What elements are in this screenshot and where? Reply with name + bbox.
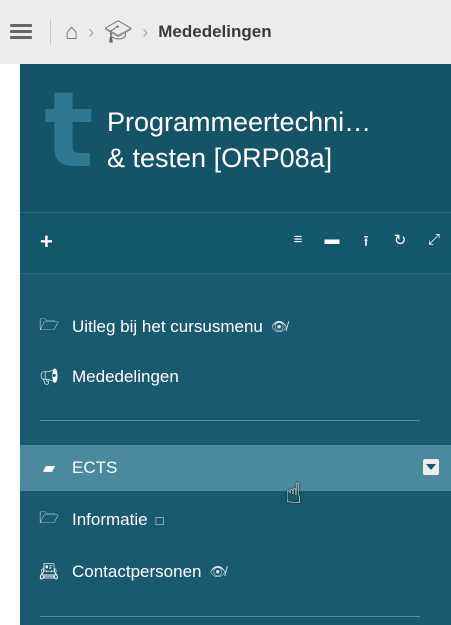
- hamburger-menu-icon[interactable]: [10, 22, 34, 42]
- item-options-dropdown-button[interactable]: [423, 459, 439, 475]
- refresh-icon[interactable]: ↻: [383, 231, 417, 256]
- toolbar-actions: ≡ ▬ ⭱ ↻ ⤢: [281, 231, 451, 256]
- course-title-line2: & testen [ORP08a]: [107, 143, 333, 173]
- graduation-cap-icon[interactable]: 🎓︎: [104, 19, 132, 45]
- menu-item-mededelingen[interactable]: 📢︎ Mededelingen: [20, 354, 451, 400]
- course-header: t Programmeertechni… & testen [ORP08a]: [20, 64, 451, 212]
- menu-item-uitleg[interactable]: 🗁︎ Uitleg bij het cursusmenu 👁︎̸: [20, 304, 451, 350]
- square-icon: □: [155, 512, 164, 528]
- course-title-line1: Programmeertechni…: [107, 107, 372, 137]
- menu-item-contactpersonen[interactable]: 📇︎ Contactpersonen 👁︎̸: [20, 549, 451, 595]
- menu-item-ects[interactable]: ↕ ▰ ECTS: [20, 445, 451, 491]
- hand-pointer-cursor-icon: ☝︎: [285, 478, 303, 509]
- menu-item-label: Contactpersonen: [72, 562, 202, 581]
- id-card-icon: 📇︎: [38, 564, 60, 581]
- menu-item-label: Mededelingen: [72, 367, 179, 386]
- menu-divider: [40, 420, 420, 421]
- breadcrumb-current: Mededelingen: [158, 22, 272, 41]
- menu-divider: [40, 616, 420, 617]
- add-item-button[interactable]: +: [40, 229, 53, 255]
- course-letter-logo: t: [44, 69, 94, 191]
- breadcrumb-chevron-icon: ›: [142, 21, 149, 42]
- eye-slash-icon: 👁︎̸: [209, 564, 226, 579]
- folder-open-icon: 🗁︎: [39, 316, 59, 334]
- course-title[interactable]: Programmeertechni… & testen [ORP08a]: [107, 104, 447, 176]
- menu-item-label: ECTS: [72, 458, 118, 477]
- folder-icon[interactable]: ▬: [315, 231, 349, 256]
- list-view-icon[interactable]: ≡: [281, 231, 315, 256]
- menu-toolbar: + ≡ ▬ ⭱ ↻ ⤢: [20, 212, 451, 274]
- folder-open-icon: 🗁︎: [39, 509, 59, 527]
- breadcrumb-chevron-icon: ›: [88, 21, 95, 42]
- eye-slash-icon: 👁︎̸: [270, 319, 288, 334]
- topbar-separator: [50, 19, 51, 45]
- top-bar: ⌂ › 🎓︎ › Mededelingen: [0, 0, 451, 64]
- menu-item-label: Informatie: [72, 510, 148, 529]
- expand-collapse-icon[interactable]: ⤢: [417, 231, 451, 256]
- book-icon: ▰: [42, 460, 56, 477]
- menu-item-label: Uitleg bij het cursusmenu: [72, 317, 263, 336]
- bullhorn-icon: 📢︎: [38, 369, 60, 386]
- home-icon[interactable]: ⌂: [65, 19, 78, 45]
- menu-item-informatie[interactable]: 🗁︎ Informatie □: [20, 497, 451, 543]
- course-sidebar: t Programmeertechni… & testen [ORP08a] +…: [20, 64, 451, 625]
- folder-upload-icon[interactable]: ⭱: [349, 231, 383, 256]
